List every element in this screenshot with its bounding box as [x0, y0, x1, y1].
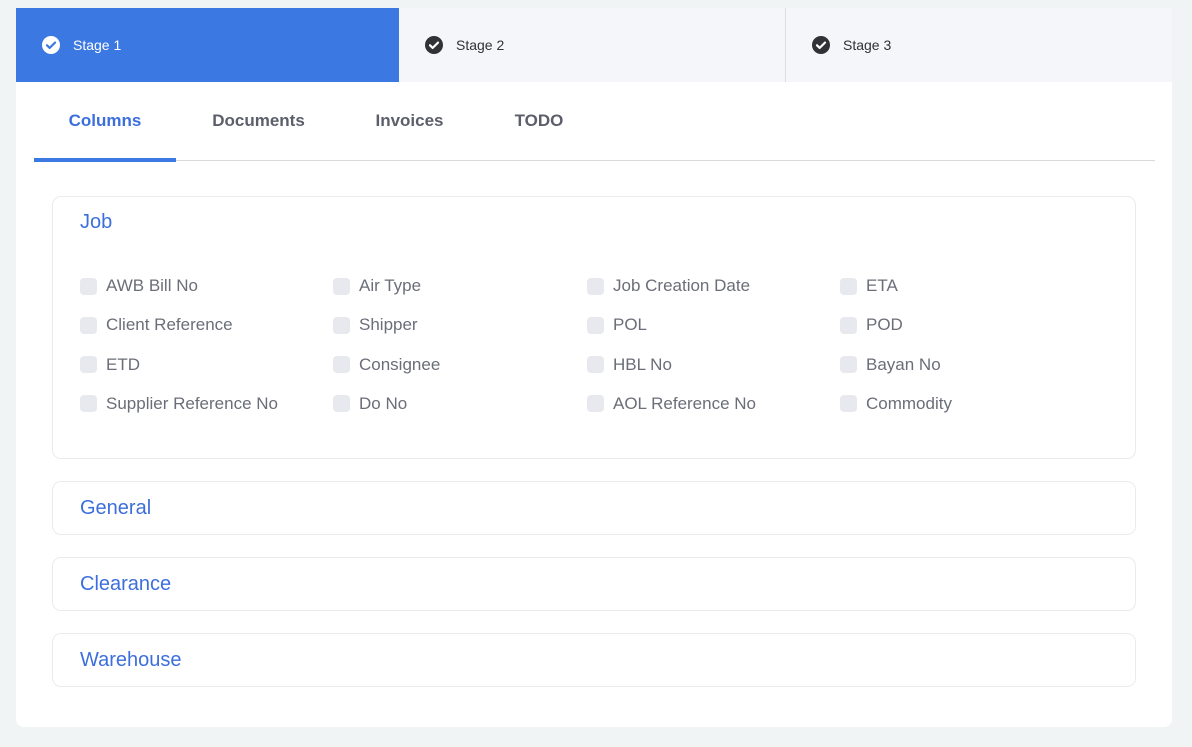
- checkbox[interactable]: [587, 395, 604, 413]
- option-awb-bill-no[interactable]: AWB Bill No: [80, 275, 333, 297]
- option-supplier-reference-no[interactable]: Supplier Reference No: [80, 393, 333, 415]
- option-label: POL: [613, 315, 648, 335]
- checkbox[interactable]: [840, 316, 857, 334]
- option-air-type[interactable]: Air Type: [333, 275, 587, 297]
- option-eta[interactable]: ETA: [840, 275, 1093, 297]
- option-label: Commodity: [866, 393, 952, 413]
- option-label: POD: [866, 315, 903, 335]
- section-title-clearance[interactable]: Clearance: [80, 573, 171, 596]
- option-label: Client Reference: [106, 315, 233, 335]
- check-circle-icon: [42, 36, 60, 54]
- checkbox[interactable]: [587, 356, 604, 374]
- step-label: Stage 3: [843, 37, 892, 53]
- option-job-creation-date[interactable]: Job Creation Date: [587, 275, 840, 297]
- step-stage-2[interactable]: Stage 2: [399, 8, 786, 82]
- option-label: AOL Reference No: [613, 393, 756, 413]
- tab-columns[interactable]: Columns: [34, 82, 176, 162]
- option-label: Consignee: [359, 354, 441, 374]
- option-label: AWB Bill No: [106, 276, 198, 295]
- option-hbl-no[interactable]: HBL No: [587, 354, 840, 376]
- section-title-job[interactable]: Job: [80, 211, 112, 234]
- option-pol[interactable]: POL: [587, 314, 840, 336]
- section-clearance[interactable]: Clearance: [52, 557, 1136, 611]
- option-label: Bayan No: [866, 354, 941, 374]
- section-title-warehouse[interactable]: Warehouse: [80, 649, 182, 672]
- option-shipper[interactable]: Shipper: [333, 314, 587, 336]
- step-label: Stage 2: [456, 37, 505, 53]
- section-warehouse[interactable]: Warehouse: [52, 633, 1136, 687]
- checkbox[interactable]: [587, 316, 604, 334]
- checkbox[interactable]: [80, 316, 97, 334]
- checkbox[interactable]: [80, 395, 97, 413]
- option-label: ETA: [866, 276, 898, 295]
- checkbox[interactable]: [587, 277, 604, 295]
- main-card: Stage 1 Stage 2 Stage 3 Columns Document…: [16, 8, 1172, 727]
- tab-bar: Columns Documents Invoices TODO: [34, 82, 1155, 162]
- check-circle-icon: [812, 36, 830, 54]
- checkbox[interactable]: [840, 395, 857, 413]
- step-stage-3[interactable]: Stage 3: [786, 8, 1172, 82]
- checkbox[interactable]: [840, 277, 857, 295]
- check-circle-icon: [425, 36, 443, 54]
- tab-documents[interactable]: Documents: [176, 82, 341, 160]
- option-consignee[interactable]: Consignee: [333, 354, 587, 376]
- step-stage-1[interactable]: Stage 1: [16, 8, 399, 82]
- option-label: Shipper: [359, 315, 418, 335]
- checkbox[interactable]: [80, 277, 97, 295]
- checkbox[interactable]: [333, 316, 350, 334]
- option-label: HBL No: [613, 354, 672, 374]
- checkbox[interactable]: [333, 395, 350, 413]
- section-general[interactable]: General: [52, 481, 1136, 535]
- option-bayan-no[interactable]: Bayan No: [840, 354, 1093, 376]
- option-pod[interactable]: POD: [840, 314, 1093, 336]
- checkbox[interactable]: [840, 356, 857, 374]
- option-label: Air Type: [359, 276, 422, 295]
- option-do-no[interactable]: Do No: [333, 393, 587, 415]
- tab-todo[interactable]: TODO: [478, 82, 600, 160]
- job-column-options: AWB Bill No Air Type Job Creation Date E…: [80, 275, 1093, 432]
- checkbox[interactable]: [333, 277, 350, 295]
- stage-stepper: Stage 1 Stage 2 Stage 3: [16, 8, 1172, 82]
- option-label: ETD: [106, 354, 140, 374]
- option-label: Supplier Reference No: [106, 393, 278, 413]
- checkbox[interactable]: [333, 356, 350, 374]
- section-job: Job AWB Bill No Air Type Job Creation Da…: [52, 196, 1136, 459]
- option-aol-reference-no[interactable]: AOL Reference No: [587, 393, 840, 415]
- option-label: Job Creation Date: [613, 276, 751, 295]
- checkbox[interactable]: [80, 356, 97, 374]
- option-commodity[interactable]: Commodity: [840, 393, 1093, 415]
- section-title-general[interactable]: General: [80, 497, 151, 520]
- option-client-reference[interactable]: Client Reference: [80, 314, 333, 336]
- option-label: Do No: [359, 393, 408, 413]
- option-etd[interactable]: ETD: [80, 354, 333, 376]
- tab-invoices[interactable]: Invoices: [341, 82, 478, 160]
- step-label: Stage 1: [73, 37, 122, 53]
